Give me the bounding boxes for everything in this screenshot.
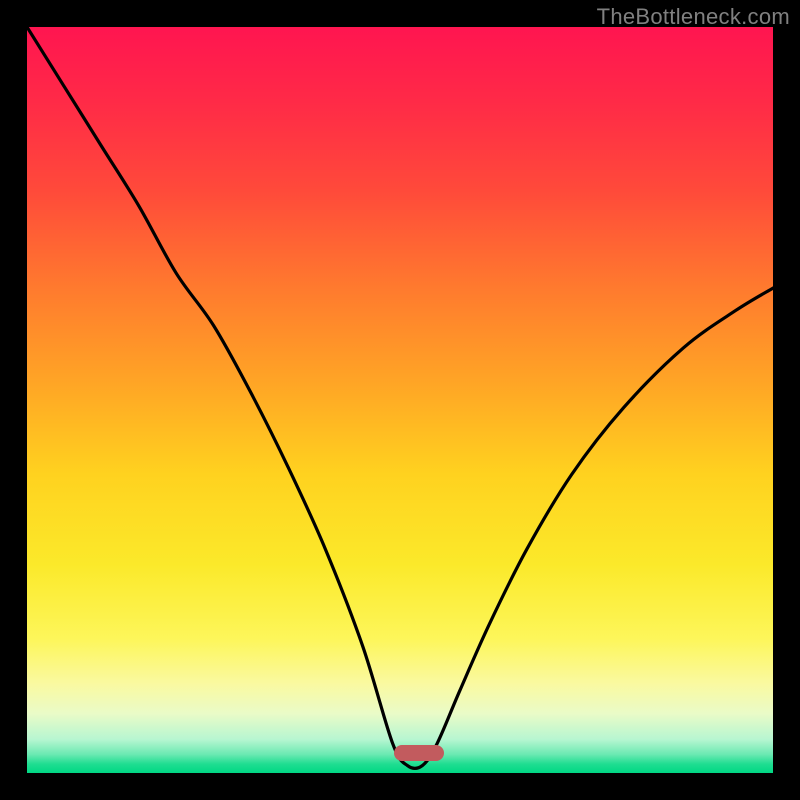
chart-frame: TheBottleneck.com	[0, 0, 800, 800]
plot-area	[27, 27, 773, 773]
bottleneck-curve	[27, 27, 773, 773]
watermark-text: TheBottleneck.com	[597, 4, 790, 30]
optimal-marker	[394, 745, 444, 761]
